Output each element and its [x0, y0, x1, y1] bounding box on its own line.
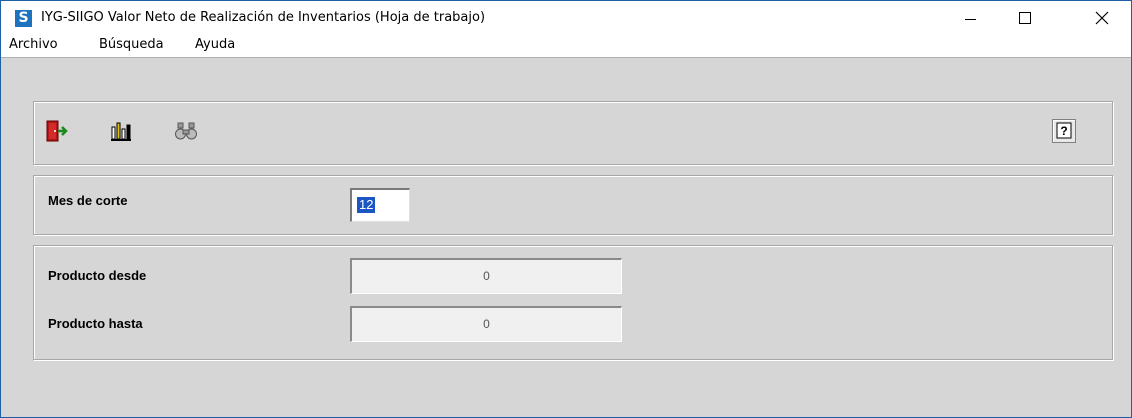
exit-button[interactable] [44, 119, 68, 143]
mes-de-corte-input[interactable]: 12 [350, 188, 410, 222]
close-button[interactable] [1079, 1, 1125, 35]
menu-archivo[interactable]: Archivo [9, 37, 58, 52]
help-label: ? [1060, 124, 1067, 138]
toolbar-group: ? [33, 101, 1113, 165]
client-area: ? Mes de corte 12 Producto desde 0 Produ… [1, 57, 1131, 417]
producto-range-group: Producto desde 0 Producto hasta 0 [33, 245, 1113, 360]
title-bar[interactable]: S IYG-SIIGO Valor Neto de Realización de… [1, 1, 1131, 35]
maximize-button[interactable] [1002, 1, 1048, 35]
window-title: IYG-SIIGO Valor Neto de Realización de I… [41, 10, 486, 25]
close-icon [1095, 11, 1109, 25]
search-button[interactable] [174, 119, 198, 143]
app-logo-icon: S [15, 10, 32, 27]
mes-de-corte-value: 12 [357, 197, 376, 213]
minimize-button[interactable] [947, 1, 993, 35]
producto-desde-label: Producto desde [48, 268, 147, 283]
binoculars-icon [175, 122, 197, 140]
menu-bar: Archivo Búsqueda Ayuda [1, 35, 1131, 57]
menu-busqueda[interactable]: Búsqueda [99, 37, 164, 52]
help-button[interactable]: ? [1052, 119, 1076, 143]
mes-de-corte-group: Mes de corte 12 [33, 175, 1113, 235]
producto-hasta-label: Producto hasta [48, 316, 143, 331]
mes-de-corte-label: Mes de corte [48, 193, 128, 208]
producto-hasta-input[interactable]: 0 [350, 306, 622, 342]
help-icon: ? [1056, 122, 1072, 139]
exit-door-icon [46, 120, 68, 142]
bar-chart-icon [111, 122, 131, 141]
menu-ayuda[interactable]: Ayuda [195, 37, 235, 52]
report-button[interactable] [109, 119, 133, 143]
app-window: S IYG-SIIGO Valor Neto de Realización de… [0, 0, 1132, 418]
producto-desde-input[interactable]: 0 [350, 258, 622, 294]
